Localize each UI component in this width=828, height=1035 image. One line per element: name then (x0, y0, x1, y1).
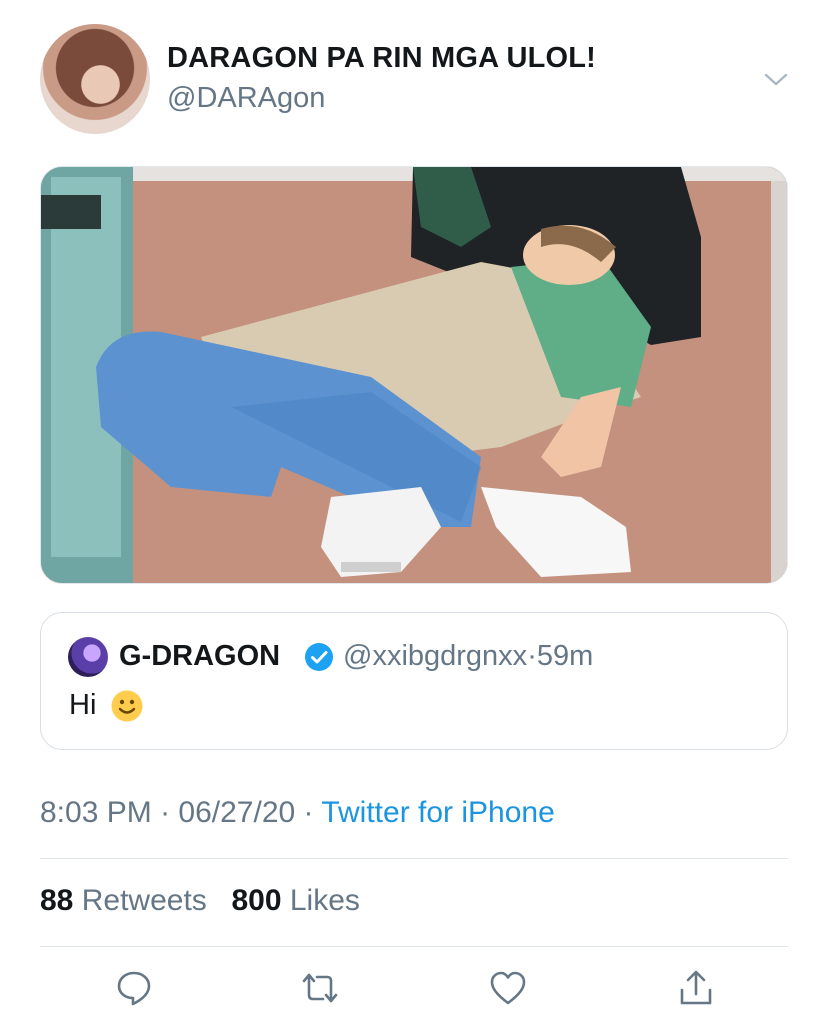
reply-icon (117, 971, 151, 1006)
tweet-media-image[interactable] (40, 166, 788, 584)
share-button[interactable] (674, 966, 718, 1010)
likes-label: Likes (289, 884, 360, 917)
tweet-timestamp-row: 8:03 PM · 06/27/20 · Twitter for iPhone (40, 796, 555, 830)
tweet-stats-row: 88 Retweets 800 Likes (40, 884, 360, 918)
likes-stat[interactable]: 800 Likes (231, 884, 359, 917)
author-handle[interactable]: @DARAgon (167, 82, 325, 115)
quoted-author-avatar (68, 637, 108, 677)
divider (40, 858, 788, 859)
quoted-author-handle: @xxibgdrgnxx (343, 640, 528, 672)
retweets-label: Retweets (81, 884, 207, 917)
quoted-tweet-card[interactable]: G-DRAGON @xxibgdrgnxx·59m Hi (40, 612, 788, 750)
quoted-author-meta: @xxibgdrgnxx·59m (343, 640, 593, 673)
tweet-header: DARAGON PA RIN MGA ULOL! @DARAgon (40, 24, 790, 134)
slightly-smiling-face-icon (111, 690, 143, 722)
retweet-button[interactable] (298, 966, 342, 1010)
timestamp-separator: · (303, 796, 314, 829)
reply-button[interactable] (112, 966, 156, 1010)
retweets-stat[interactable]: 88 Retweets (40, 884, 207, 917)
media-photo (41, 167, 787, 583)
retweet-icon (302, 973, 338, 1003)
tweet-date: 06/27/20 (178, 796, 296, 829)
verified-badge-icon (305, 643, 333, 671)
tweet-source-link[interactable]: Twitter for iPhone (321, 796, 554, 829)
timestamp-separator: · (160, 796, 171, 829)
tweet-action-bar (40, 960, 788, 1020)
author-avatar[interactable] (40, 24, 150, 134)
divider (40, 946, 788, 947)
likes-count: 800 (231, 884, 282, 917)
quoted-separator: · (527, 640, 537, 672)
quoted-time: 59m (536, 640, 594, 672)
chevron-down-icon[interactable] (762, 66, 790, 94)
quoted-tweet-text-row: Hi (69, 689, 144, 723)
share-icon (680, 970, 712, 1005)
author-display-name[interactable]: DARAGON PA RIN MGA ULOL! (167, 42, 596, 75)
quoted-author-name: G-DRAGON (119, 640, 281, 672)
tweet-time: 8:03 PM (40, 796, 152, 829)
quoted-tweet-text: Hi (69, 689, 97, 721)
retweets-count: 88 (40, 884, 74, 917)
heart-icon (490, 971, 526, 1005)
like-button[interactable] (486, 966, 530, 1010)
